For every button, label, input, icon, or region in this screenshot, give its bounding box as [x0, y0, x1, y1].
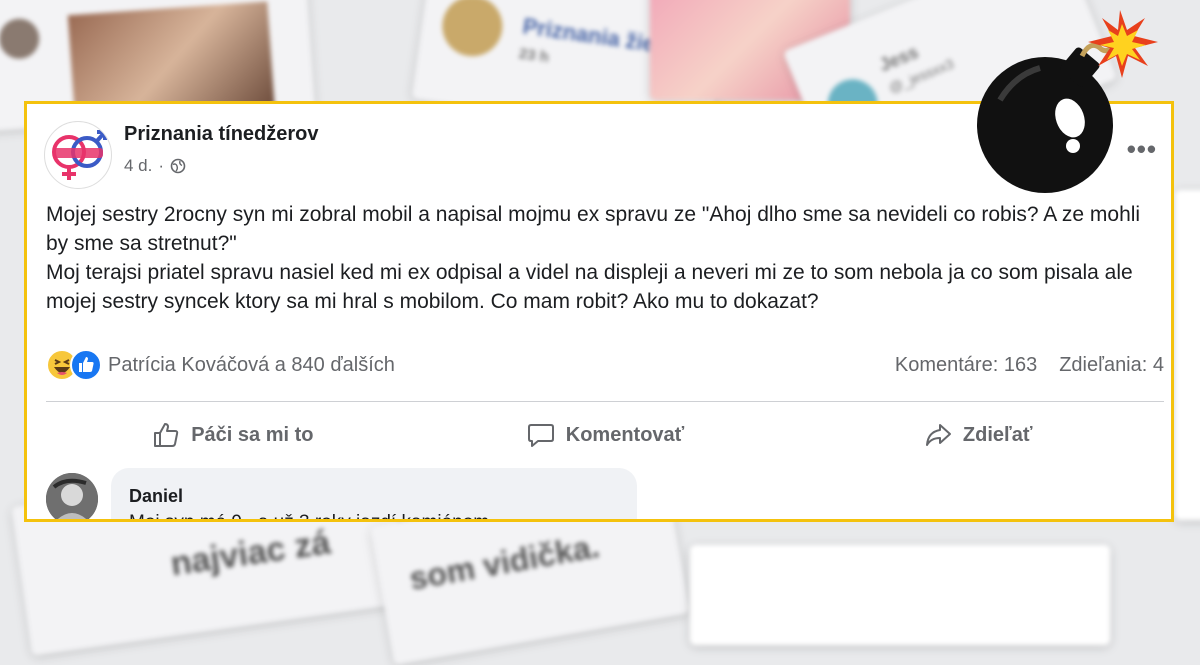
- like-reaction-icon: [70, 349, 102, 381]
- reaction-icons[interactable]: [46, 349, 102, 381]
- user-photo-icon: [46, 473, 98, 519]
- reactions-text[interactable]: Patrícia Kováčová a 840 ďalších: [108, 354, 395, 377]
- post-paragraph: Mojej sestry 2rocny syn mi zobral mobil …: [46, 203, 1141, 255]
- background-text: najviac zá: [168, 523, 333, 584]
- background-time: 23 h: [517, 45, 550, 67]
- like-button[interactable]: Páči sa mi to: [46, 416, 419, 454]
- comment-avatar[interactable]: [46, 473, 98, 519]
- page-name[interactable]: Priznania tínedžerov: [124, 123, 319, 146]
- page-avatar[interactable]: [44, 121, 112, 189]
- post-actions: Páči sa mi to Komentovať Zdieľať: [46, 416, 1164, 454]
- meta-separator: ·: [158, 156, 165, 175]
- background-text: som vidička.: [406, 527, 603, 597]
- post-paragraph: Moj terajsi priatel spravu nasiel ked mi…: [46, 261, 1133, 313]
- post-meta: 4 d. ·: [124, 156, 186, 176]
- comment-author[interactable]: Daniel: [129, 486, 183, 507]
- background-avatar: [438, 0, 507, 61]
- like-label: Páči sa mi to: [191, 423, 314, 446]
- comment-text: Moj syn má 9...a už 3 roky jazdí kamióno…: [129, 512, 489, 519]
- background-card-bottom-right: [690, 545, 1110, 645]
- share-label: Zdieľať: [962, 423, 1033, 446]
- comments-count[interactable]: Komentáre: 163: [895, 354, 1037, 377]
- globe-icon[interactable]: [170, 158, 186, 174]
- comment-icon: [527, 424, 554, 447]
- shares-count[interactable]: Zdieľania: 4: [1059, 354, 1164, 377]
- background-avatar: [0, 17, 41, 61]
- engagement-counts: Komentáre: 163 Zdieľania: 4: [895, 354, 1164, 377]
- post-text: Mojej sestry 2rocny syn mi zobral mobil …: [46, 200, 1164, 316]
- post-time[interactable]: 4 d.: [124, 156, 152, 176]
- page-logo-icon: [52, 130, 107, 180]
- reactions-row: Patrícia Kováčová a 840 ďalších Komentár…: [46, 349, 1164, 381]
- thumbs-up-icon: [154, 423, 179, 447]
- background-card-right-edge: [1175, 190, 1200, 520]
- comment-bubble: Daniel Moj syn má 9...a už 3 roky jazdí …: [111, 468, 637, 519]
- divider: [46, 401, 1164, 402]
- comment-button[interactable]: Komentovať: [419, 416, 792, 454]
- bomb-icon: [977, 10, 1158, 193]
- comment-label: Komentovať: [565, 423, 685, 446]
- share-button[interactable]: Zdieľať: [791, 416, 1164, 454]
- share-arrow-icon: [925, 424, 951, 446]
